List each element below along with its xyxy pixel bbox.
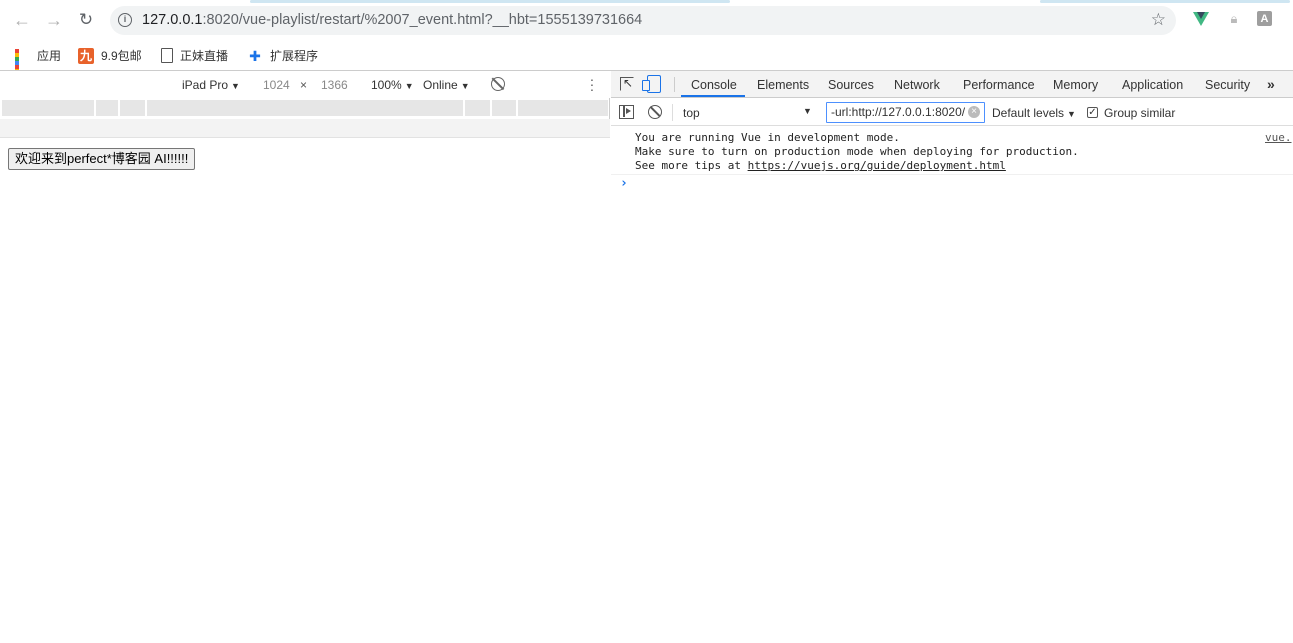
device-emulation-pane: iPad Pro ▼ 1024 × 1366 100% ▼ Online ▼ · · · … xyxy=(0,71,610,643)
device-select[interactable]: iPad Pro ▼ xyxy=(182,78,240,92)
tab-security[interactable]: Security xyxy=(1205,78,1250,92)
zoom-value: 100% xyxy=(371,78,402,92)
zoom-select[interactable]: 100% ▼ xyxy=(371,78,414,92)
divider xyxy=(672,104,673,121)
browser-toolbar: ← → ↻ i 127.0.0.1:8020/vue-playlist/rest… xyxy=(0,0,1293,40)
ruler-divider xyxy=(490,100,492,116)
device-toolbar: iPad Pro ▼ 1024 × 1366 100% ▼ Online ▼ · · · xyxy=(0,71,610,98)
more-tabs-icon[interactable]: » xyxy=(1267,76,1275,92)
device-toolbar-icon[interactable] xyxy=(642,75,661,93)
divider xyxy=(674,77,675,92)
forward-button[interactable]: → xyxy=(42,8,66,32)
caret-down-icon[interactable]: ▼ xyxy=(803,106,812,116)
console-message: You are running Vue in development mode.… xyxy=(635,131,1079,173)
page-viewport: 欢迎来到perfect*博客园 AI!!!!!! xyxy=(0,138,610,643)
show-sidebar-icon[interactable] xyxy=(619,105,634,119)
bookmark-label: 正妹直播 xyxy=(180,49,229,63)
bookmark-label: 扩展程序 xyxy=(270,49,319,63)
message-line: You are running Vue in development mode. xyxy=(635,131,900,144)
tab-strip xyxy=(0,0,1293,3)
extension-a-icon[interactable]: A xyxy=(1257,11,1272,26)
bookmark-extensions[interactable]: ✚ 扩展程序 xyxy=(247,47,318,64)
caret-down-icon: ▼ xyxy=(460,81,470,91)
network-value: Online xyxy=(423,78,458,92)
vue-devtools-extension[interactable] xyxy=(1193,11,1209,27)
console-toolbar: top ▼ -url:http://127.0.0.1:8020/ × Defa… xyxy=(611,99,1293,126)
rotate-icon[interactable] xyxy=(491,77,505,91)
console-output: You are running Vue in development mode.… xyxy=(611,127,1293,643)
ruler-divider xyxy=(463,100,465,116)
console-filter-input[interactable]: -url:http://127.0.0.1:8020/ xyxy=(826,102,985,123)
reload-button[interactable]: ↻ xyxy=(74,8,98,32)
console-prompt-icon[interactable]: › xyxy=(620,176,628,191)
url-text[interactable]: 127.0.0.1:8020/vue-playlist/restart/%200… xyxy=(142,12,642,28)
arrow-right-icon: → xyxy=(45,9,63,30)
reload-icon: ↻ xyxy=(78,10,94,29)
tab-network[interactable]: Network xyxy=(894,78,940,92)
devtools-pane: Console Elements Sources Network Perform… xyxy=(611,71,1293,643)
message-line: See more tips at xyxy=(635,159,748,172)
more-options-icon[interactable]: · · · xyxy=(589,72,595,96)
bookmarks-bar: 应用 九 9.9包邮 正妹直播 ✚ 扩展程序 xyxy=(0,40,1293,85)
tab-strip-segment xyxy=(1040,0,1290,3)
devtools-tab-bar: Console Elements Sources Network Perform… xyxy=(611,71,1293,98)
ruler-divider xyxy=(516,100,518,116)
vue-logo-icon xyxy=(1193,12,1209,26)
back-button[interactable]: ← xyxy=(10,8,34,32)
device-name: iPad Pro xyxy=(182,78,229,92)
group-similar-checkbox[interactable]: ✓ xyxy=(1087,107,1098,118)
info-icon[interactable]: i xyxy=(118,13,132,27)
pixel-ruler xyxy=(0,119,610,138)
url-path: :8020/vue-playlist/restart/%2007_event.h… xyxy=(202,12,643,28)
bookmark-label: 应用 xyxy=(37,49,62,63)
ruler-divider xyxy=(145,100,147,116)
caret-down-icon: ▼ xyxy=(1067,109,1076,119)
bookmark-live[interactable]: 正妹直播 xyxy=(161,47,228,64)
apps-icon xyxy=(14,48,30,85)
greeting-button[interactable]: 欢迎来到perfect*博客园 AI!!!!!! xyxy=(8,148,196,170)
caret-down-icon: ▼ xyxy=(231,81,240,91)
main-area: iPad Pro ▼ 1024 × 1366 100% ▼ Online ▼ · · · … xyxy=(0,70,1293,643)
puzzle-icon: ✚ xyxy=(249,47,261,64)
context-select[interactable]: top xyxy=(683,106,700,120)
bookmark-9-9[interactable]: 九 9.9包邮 xyxy=(78,47,142,64)
network-throttle-select[interactable]: Online ▼ xyxy=(423,78,470,92)
address-bar[interactable]: i 127.0.0.1:8020/vue-playlist/restart/%2… xyxy=(110,6,1176,35)
clear-console-icon[interactable] xyxy=(648,105,662,119)
message-line: Make sure to turn on production mode whe… xyxy=(635,145,1079,158)
tab-strip-segment xyxy=(250,0,730,3)
nine-icon: 九 xyxy=(78,47,94,64)
caret-down-icon: ▼ xyxy=(404,81,414,91)
divider xyxy=(611,174,1293,175)
page-icon xyxy=(161,48,173,63)
group-similar-label[interactable]: Group similar xyxy=(1104,106,1175,120)
deployment-link[interactable]: https://vuejs.org/guide/deployment.html xyxy=(748,159,1006,172)
active-tab-indicator xyxy=(681,95,745,97)
times-icon: × xyxy=(300,78,308,92)
device-width[interactable]: 1024 xyxy=(263,78,290,92)
tab-application[interactable]: Application xyxy=(1122,78,1183,92)
ruler-divider xyxy=(118,100,120,116)
log-levels-select[interactable]: Default levels ▼ xyxy=(992,106,1076,120)
bookmark-label: 9.9包邮 xyxy=(101,49,142,63)
tab-performance[interactable]: Performance xyxy=(963,78,1035,92)
bookmark-star-icon[interactable]: ☆ xyxy=(1151,10,1166,30)
tab-console[interactable]: Console xyxy=(691,78,737,92)
bookmark-apps[interactable]: 应用 xyxy=(14,47,62,85)
arrow-left-icon: ← xyxy=(13,9,31,30)
clear-filter-icon[interactable]: × xyxy=(968,106,980,118)
tab-memory[interactable]: Memory xyxy=(1053,78,1098,92)
inspect-element-icon[interactable] xyxy=(620,76,634,91)
message-source-link[interactable]: vue. xyxy=(1265,131,1292,144)
tab-sources[interactable]: Sources xyxy=(828,78,874,92)
ruler-divider xyxy=(94,100,96,116)
log-levels-label: Default levels xyxy=(992,106,1065,120)
extension-lock-icon[interactable]: 🔒︎ xyxy=(1226,11,1242,27)
media-query-bar[interactable] xyxy=(2,100,608,116)
tab-elements[interactable]: Elements xyxy=(757,78,809,92)
url-host: 127.0.0.1 xyxy=(142,12,203,28)
device-height[interactable]: 1366 xyxy=(321,78,348,92)
